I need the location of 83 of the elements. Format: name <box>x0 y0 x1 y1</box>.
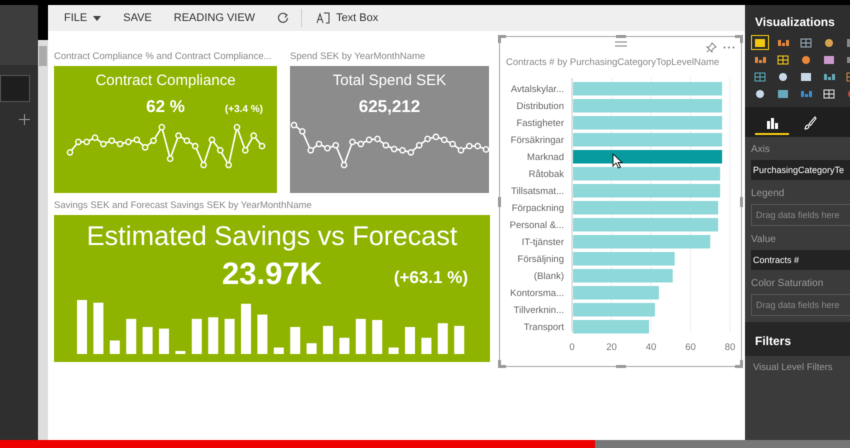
kpi-value: 625,212 <box>358 97 420 117</box>
paint-brush-icon <box>803 116 817 130</box>
column <box>405 327 415 354</box>
axis-label: Förpackning <box>512 203 564 214</box>
axis-label: Kontorsma... <box>510 288 564 299</box>
axis-label: Tillverknin... <box>514 305 564 316</box>
add-icon[interactable] <box>19 114 30 125</box>
column <box>421 338 432 354</box>
column <box>192 318 202 354</box>
kpi-value: 23.97K <box>222 256 322 292</box>
axis-label: Marknad <box>527 152 564 163</box>
axis-label: (Blank) <box>534 271 564 282</box>
card-heading: Total Spend SEK <box>332 72 446 89</box>
column <box>224 318 235 354</box>
axis-label: Råtobak <box>528 169 564 180</box>
column <box>241 304 251 354</box>
column <box>159 328 169 354</box>
filter-section-label: Visual Level Filters <box>745 356 850 440</box>
change-value: (+63.1 %) <box>394 268 468 288</box>
axis-label: Försäkringar <box>510 135 564 146</box>
column <box>306 343 317 354</box>
text-box-icon <box>316 12 330 24</box>
axis-label: Distribution <box>516 101 564 112</box>
pin-icon[interactable] <box>706 42 717 52</box>
column <box>388 348 399 354</box>
well-label: Value <box>751 234 777 245</box>
column <box>323 326 333 354</box>
file-menu[interactable]: FILE <box>64 12 102 24</box>
drag-handle-icon[interactable] <box>614 41 626 47</box>
tick-label: 20 <box>606 342 617 353</box>
column <box>438 323 448 354</box>
column <box>454 326 464 354</box>
column <box>372 320 382 354</box>
column <box>110 340 120 354</box>
visual-title: Contract Compliance % and Contract Compliance... <box>54 51 273 62</box>
more-options-icon[interactable] <box>723 46 735 48</box>
well-label: Color Saturation <box>751 278 824 289</box>
tick-label: 40 <box>646 342 656 353</box>
scrollbar[interactable] <box>38 40 48 440</box>
visual-title: Contracts # by PurchasingCategoryTopLevelName <box>506 57 720 68</box>
axis-label: Avtalskylar... <box>510 84 564 95</box>
cursor-icon <box>612 153 623 169</box>
axis-label: Försäljning <box>518 254 564 265</box>
card-heading: Contract Compliance <box>95 72 236 89</box>
column <box>257 314 268 354</box>
visual-title: Savings SEK and Forecast Savings SEK by YearMonthName <box>54 200 313 211</box>
well-label: Axis <box>751 144 771 155</box>
field-well[interactable]: Contracts # <box>751 250 850 270</box>
column <box>208 317 218 354</box>
column <box>77 300 87 354</box>
visual-title: Spend SEK by YearMonthName <box>290 51 426 62</box>
kpi-value: 62 % <box>146 97 185 117</box>
axis-label: IT-tjänster <box>522 237 564 248</box>
column <box>339 338 350 354</box>
visual-type-icon[interactable] <box>751 35 769 50</box>
axis-label: Fastigheter <box>516 118 564 129</box>
column <box>93 302 104 354</box>
panel-title: Filters <box>745 322 850 356</box>
column <box>290 327 300 354</box>
column <box>126 318 136 354</box>
tick-label: 60 <box>685 342 696 353</box>
field-well[interactable]: PurchasingCategoryTe <box>751 160 850 180</box>
toolbar-button[interactable]: READING VIEW <box>174 12 256 24</box>
column <box>142 327 153 354</box>
panel-title: Visualizations <box>754 14 836 31</box>
column <box>274 348 284 354</box>
bar-chart-icon <box>765 116 779 130</box>
refresh-icon[interactable] <box>277 12 290 24</box>
page-tab[interactable] <box>0 75 30 102</box>
well-label: Legend <box>751 188 786 199</box>
column <box>356 318 366 354</box>
tick-label: 80 <box>724 342 736 353</box>
tick-label: 0 <box>569 342 575 353</box>
toolbar-button[interactable]: SAVE <box>123 12 152 24</box>
caret-icon <box>93 16 102 20</box>
axis-label: Personal &... <box>510 220 564 231</box>
card-heading: Estimated Savings vs Forecast <box>86 221 458 252</box>
change-value: (+3.4 %) <box>224 104 263 115</box>
axis-label: Tillsatsmat... <box>511 186 564 197</box>
axis-label: Transport <box>524 322 564 333</box>
text-box-button[interactable]: Text Box <box>316 12 378 24</box>
column <box>175 351 186 354</box>
pane-header <box>0 5 38 65</box>
